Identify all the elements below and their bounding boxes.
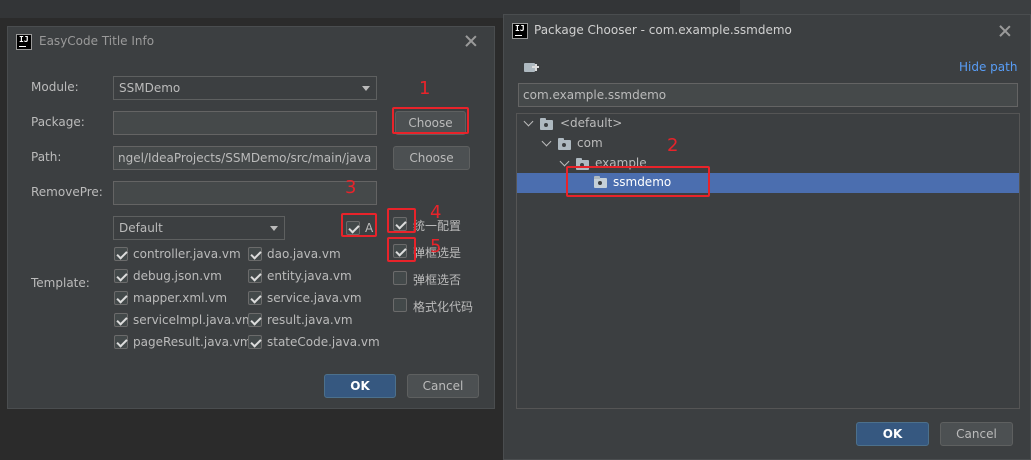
template-checkbox[interactable]: [248, 291, 262, 305]
folder-icon: [540, 118, 553, 130]
package-label: Package:: [31, 115, 85, 129]
template-label: Template:: [31, 276, 90, 290]
ok-button[interactable]: OK: [856, 422, 929, 446]
ok-button[interactable]: OK: [324, 374, 396, 398]
template-checkbox[interactable]: [114, 313, 128, 327]
annotation-box-3: [341, 213, 377, 237]
annotation-box-2: [566, 166, 710, 197]
intellij-logo-icon: IJ: [512, 23, 528, 39]
option-format-code-label: 格式化代码: [413, 300, 474, 314]
template-checkbox[interactable]: [114, 247, 128, 261]
chevron-down-icon: [362, 86, 370, 91]
close-icon[interactable]: [998, 24, 1012, 38]
template-group-select[interactable]: Default: [113, 216, 285, 240]
new-package-icon[interactable]: [524, 61, 539, 73]
removepre-field[interactable]: [113, 181, 377, 205]
chevron-down-icon[interactable]: [541, 136, 552, 147]
option-confirm-no-checkbox[interactable]: [393, 271, 407, 285]
intellij-logo-icon: IJ: [16, 34, 32, 50]
annotation-box-1: [392, 107, 469, 134]
path-label: Path:: [31, 150, 62, 164]
module-select[interactable]: SSMDemo: [113, 76, 377, 100]
template-checkbox-label: result.java.vm: [267, 313, 353, 327]
package-chooser-dialog: IJ Package Chooser - com.example.ssmdemo…: [503, 14, 1031, 460]
annotation-box-4: [387, 208, 416, 233]
choose-path-button[interactable]: Choose: [393, 146, 470, 170]
tree-node-default[interactable]: <default>: [560, 116, 622, 130]
annotation-number-2: 2: [667, 135, 679, 156]
template-checkbox[interactable]: [114, 269, 128, 283]
template-group-value: Default: [119, 221, 163, 235]
template-checkbox[interactable]: [248, 247, 262, 261]
tree-node-com[interactable]: com: [577, 136, 603, 150]
chevron-down-icon[interactable]: [523, 116, 534, 127]
template-checkbox-label: entity.java.vm: [267, 269, 352, 283]
folder-icon: [558, 138, 571, 150]
template-checkbox[interactable]: [248, 313, 262, 327]
template-checkbox-label: stateCode.java.vm: [267, 335, 380, 349]
module-label: Module:: [31, 80, 79, 94]
cancel-button[interactable]: Cancel: [940, 422, 1013, 446]
annotation-box-5: [387, 237, 416, 262]
annotation-number-1: 1: [419, 78, 431, 99]
template-checkbox-label: service.java.vm: [267, 291, 362, 305]
annotation-number-5: 5: [430, 236, 442, 257]
chevron-down-icon: [270, 226, 278, 231]
template-checkbox-label: debug.json.vm: [133, 269, 222, 283]
cancel-button[interactable]: Cancel: [407, 374, 479, 398]
template-checkbox[interactable]: [114, 291, 128, 305]
template-checkbox-label: mapper.xml.vm: [133, 291, 228, 305]
package-path-field[interactable]: com.example.ssmdemo: [518, 83, 1018, 107]
template-checkbox-label: controller.java.vm: [133, 247, 241, 261]
easycode-titlebar: IJ EasyCode Title Info: [8, 27, 494, 57]
package-chooser-titlebar: IJ Package Chooser - com.example.ssmdemo: [504, 15, 1030, 45]
template-checkbox-label: dao.java.vm: [267, 247, 341, 261]
package-field[interactable]: [113, 111, 377, 135]
template-checkbox[interactable]: [114, 335, 128, 349]
template-checkbox[interactable]: [248, 335, 262, 349]
module-value: SSMDemo: [119, 81, 181, 95]
close-icon[interactable]: [464, 34, 478, 48]
annotation-number-3: 3: [345, 177, 357, 198]
removepre-label: RemovePre:: [31, 185, 103, 199]
annotation-number-4: 4: [430, 202, 442, 223]
option-confirm-no-label: 弹框选否: [413, 273, 462, 287]
path-field[interactable]: ngel/IdeaProjects/SSMDemo/src/main/java: [113, 146, 377, 170]
package-tree[interactable]: <default> com example ssmdemo: [516, 113, 1020, 409]
hide-path-link[interactable]: Hide path: [959, 60, 1017, 74]
easycode-title: EasyCode Title Info: [39, 34, 155, 48]
template-checkbox[interactable]: [248, 269, 262, 283]
template-checkbox-label: pageResult.java.vm: [133, 335, 252, 349]
option-format-code-checkbox[interactable]: [393, 298, 407, 312]
template-checkbox-label: serviceImpl.java.vm: [133, 313, 254, 327]
package-chooser-title: Package Chooser - com.example.ssmdemo: [534, 23, 792, 37]
chevron-down-icon[interactable]: [559, 156, 570, 167]
